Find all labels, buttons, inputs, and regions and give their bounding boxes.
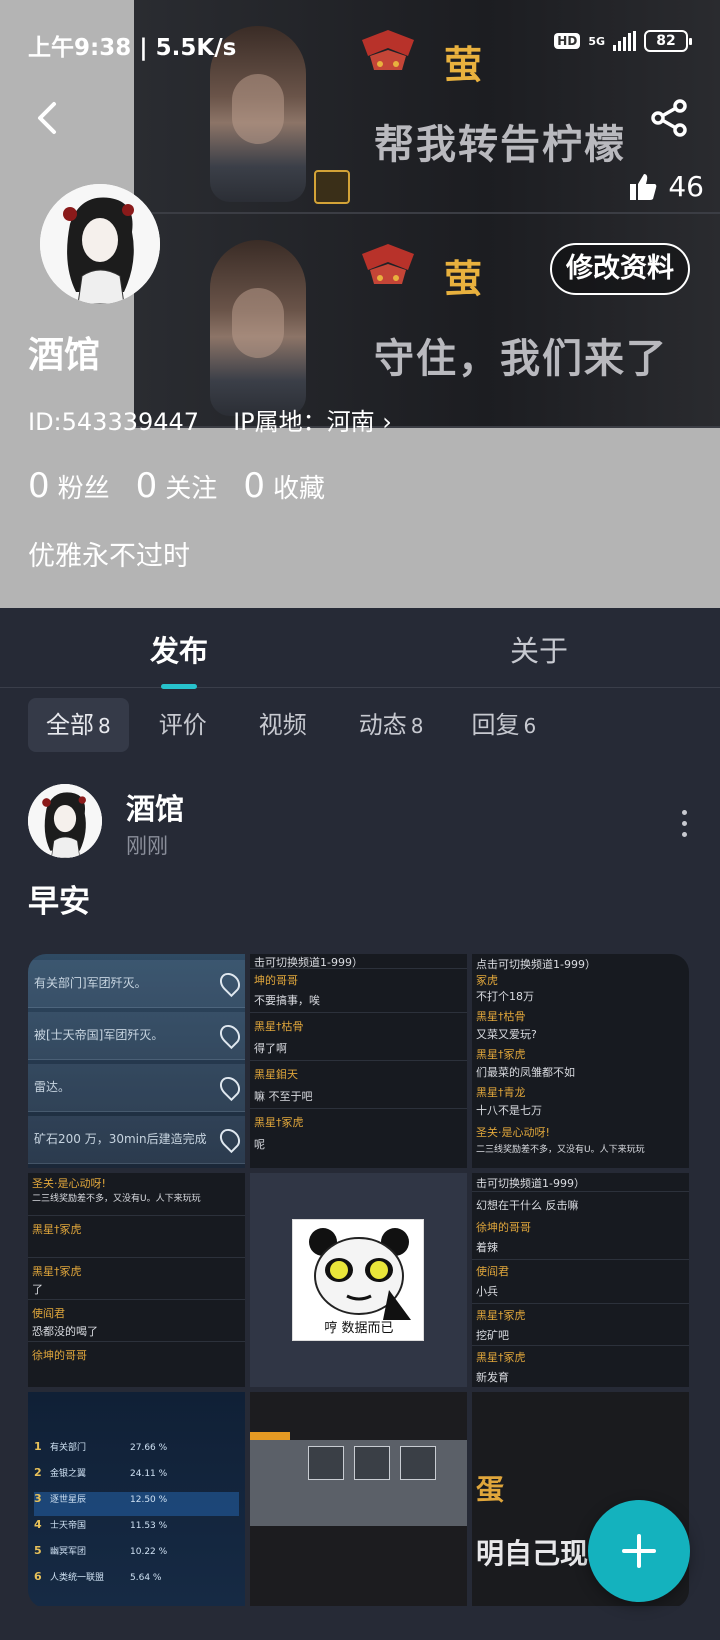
stat-followers[interactable]: 0 粉丝 [28,466,110,506]
stats-row: 0 粉丝 0 关注 0 收藏 [28,466,325,506]
likes-count: 46 [668,170,704,203]
profile-banner-image: 萤 帮我转告柠檬 萤 守住，我们来了 [134,0,720,428]
share-icon[interactable] [648,96,692,140]
filter-replies[interactable]: 回复 6 [453,698,554,752]
post-image-1[interactable]: 有关部门]军团歼灭。 被[士天帝国]军团歼灭。 雷达。 矿石200 万，30mi… [28,954,245,1168]
more-options-icon[interactable] [674,804,694,844]
location-pin-icon [215,1072,245,1102]
profile-header: 萤 帮我转告柠檬 萤 守住，我们来了 上午9:38 | 5.5K/s HD 5G… [0,0,720,608]
filter-videos[interactable]: 视频 [241,698,329,752]
back-icon[interactable] [26,96,70,140]
banner-name: 萤 [444,257,483,301]
chevron-right-icon: › [382,408,392,436]
post-image-6[interactable]: 击可切换频道1-999） 幻想在干什么 反击嘛 徐坤的哥哥 着辣 使阎君 小兵 … [472,1173,689,1387]
status-icons: HD 5G 82 [554,30,692,52]
hd-badge: HD [554,33,581,49]
id-line[interactable]: ID:543339447 IP属地：河南 › [28,402,392,437]
post-text: 早安 [28,884,90,920]
post-image-8[interactable] [250,1392,467,1606]
banner-text: 帮我转告柠檬 [374,122,626,168]
content-area: 发布 关于 全部 8 评价 视频 动态 8 回复 6 酒馆 刚刚 早安 有关部门]军团… [0,608,720,1640]
fist-item-icon [354,1446,390,1480]
panda-face-icon [309,1228,411,1320]
location-pin-icon [215,1020,245,1050]
nickname: 酒馆 [28,335,101,376]
status-time: 上午9:38 | 5.5K/s [28,35,237,61]
tab-publish[interactable]: 发布 [150,628,208,670]
filter-moments[interactable]: 动态 8 [341,698,442,752]
thumb-up-icon [630,173,657,200]
post-image-7[interactable]: 1 有关部门 27.66 % 2 金银之翼 24.11 % 3 逐世星辰 12.50 % 4… [28,1392,245,1606]
avatar[interactable] [40,184,160,304]
fist-icon [314,170,350,204]
post-image-3[interactable]: 点击可切换频道1-999） 冢虎 不打个18万 黑星†枯骨 又菜又爱玩? 黑星†… [472,954,689,1168]
create-post-button[interactable] [588,1500,690,1602]
rank-badge-icon [362,244,414,284]
tab-bar: 发布 关于 [0,608,720,689]
user-id: ID:543339447 [28,408,200,436]
tab-about[interactable]: 关于 [510,628,568,670]
post-image-5[interactable]: 哼 数据而已 [250,1173,467,1387]
post-avatar[interactable] [28,784,102,858]
character-portrait [210,240,306,416]
avatar-illustration [40,184,160,304]
bio: 优雅永不过时 [28,541,190,572]
panda-meme-image: 哼 数据而已 [292,1219,424,1341]
location-pin-icon [215,968,245,998]
ip-location: IP属地：河南 [233,408,375,436]
stat-following[interactable]: 0 关注 [136,466,218,506]
meme-caption: 哼 数据而已 [324,1321,394,1336]
ore-item-icon [400,1446,436,1480]
rank-badge-icon [362,30,414,70]
avatar-illustration [28,784,102,858]
filter-reviews[interactable]: 评价 [141,698,229,752]
likes-counter[interactable]: 46 [628,170,704,203]
signal-icon [613,31,636,51]
banner-text: 守住，我们来了 [374,336,668,382]
post-image-4[interactable]: 圣关·是心动呀! 二三线奖励差不多，又没有U。人下来玩玩 黑星†冢虎 黑星†冢虎… [28,1173,245,1387]
tab-indicator [161,684,197,689]
filter-all[interactable]: 全部 8 [28,698,129,752]
edit-profile-button[interactable]: 修改资料 [550,243,690,295]
post-image-2[interactable]: 击可切换频道1-999） 坤的哥哥 不要搞事，唉 黑星†枯骨 得了啊 黑星鉬天 … [250,954,467,1168]
network-label: 5G [588,34,605,48]
location-pin-icon [215,1124,245,1154]
post-time: 刚刚 [126,834,168,858]
banner-name: 萤 [444,43,483,87]
battery-icon: 82 [644,30,692,52]
post-author[interactable]: 酒馆 [126,786,184,828]
stat-favorites[interactable]: 0 收藏 [243,466,325,506]
filter-chips: 全部 8 评价 视频 动态 8 回复 6 [28,698,554,752]
chip-item-icon [308,1446,344,1480]
post-image-grid: 有关部门]军团歼灭。 被[士天帝国]军团歼灭。 雷达。 矿石200 万，30mi… [28,954,689,1608]
